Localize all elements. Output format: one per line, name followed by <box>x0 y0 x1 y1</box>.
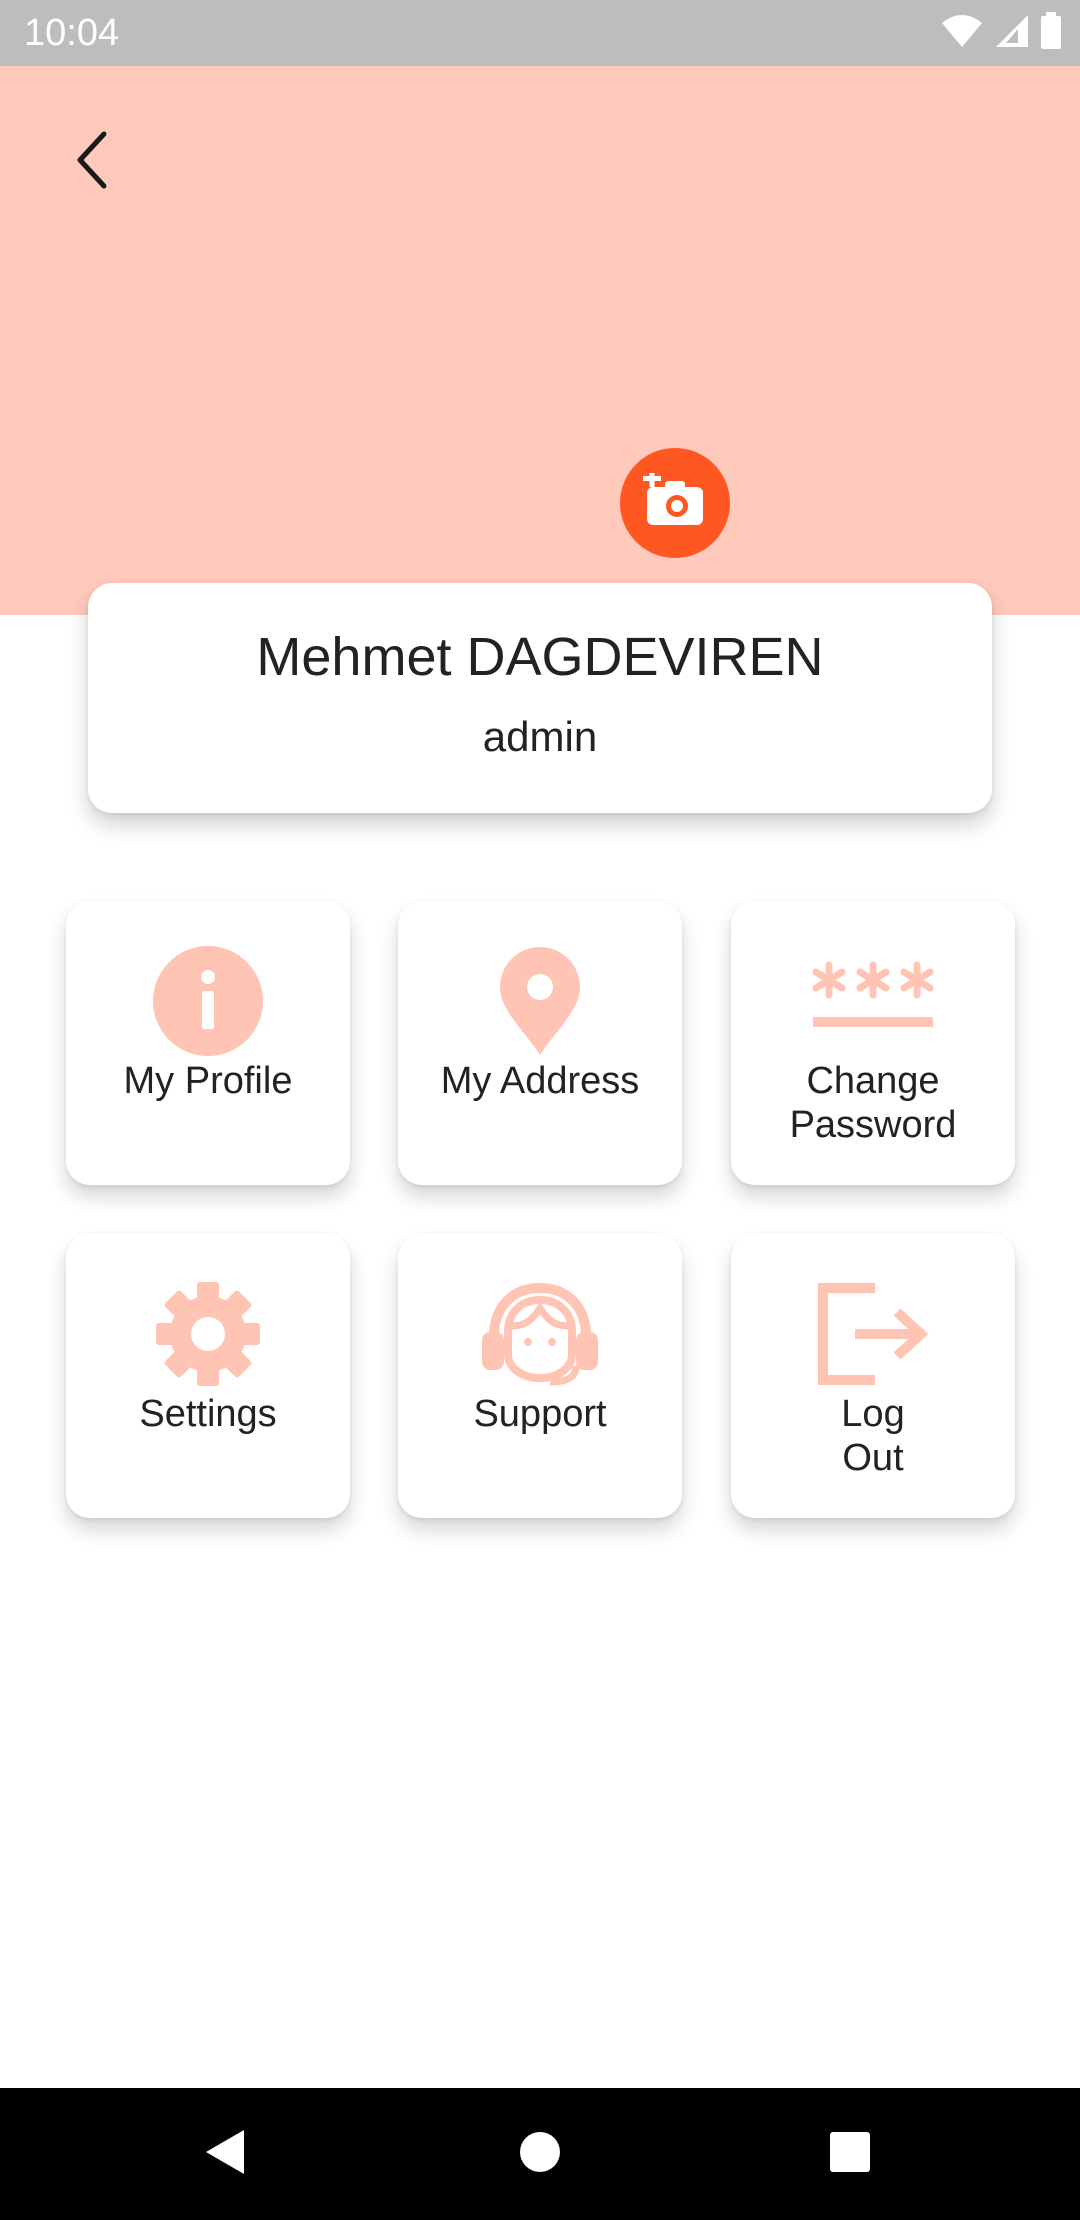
home-circle-icon <box>518 2130 562 2179</box>
profile-screen: 10:04 Mehmet DAGDEVIREN admin My Profile… <box>0 0 1080 2220</box>
tile-label: Change Password <box>789 1060 957 1146</box>
tile-label: My Address <box>440 1060 640 1102</box>
tile-label: Settings <box>139 1393 277 1435</box>
tile-label: Log Out <box>841 1393 905 1479</box>
back-triangle-icon <box>204 2128 248 2181</box>
recents-square-icon <box>828 2130 872 2179</box>
chevron-left-icon <box>72 130 112 195</box>
back-button[interactable] <box>62 122 122 202</box>
gear-icon <box>66 1274 350 1394</box>
change-password-tile[interactable]: Change Password <box>731 901 1015 1185</box>
password-icon <box>731 941 1015 1061</box>
nav-home-button[interactable] <box>510 2124 570 2184</box>
cell-signal-icon <box>994 13 1030 49</box>
battery-icon <box>1040 12 1062 50</box>
system-nav-bar <box>0 2088 1080 2220</box>
status-icons <box>940 12 1062 50</box>
nav-back-button[interactable] <box>196 2124 256 2184</box>
headset-support-icon <box>398 1274 682 1394</box>
tile-label: Support <box>473 1393 607 1435</box>
settings-tile[interactable]: Settings <box>66 1234 350 1518</box>
info-icon <box>66 941 350 1061</box>
my-profile-tile[interactable]: My Profile <box>66 901 350 1185</box>
add-photo-button[interactable] <box>620 448 730 558</box>
status-bar: 10:04 <box>0 0 1080 66</box>
log-out-tile[interactable]: Log Out <box>731 1234 1015 1518</box>
wifi-icon <box>940 13 984 49</box>
my-address-tile[interactable]: My Address <box>398 901 682 1185</box>
profile-card: Mehmet DAGDEVIREN admin <box>88 583 992 813</box>
nav-recents-button[interactable] <box>820 2124 880 2184</box>
status-time: 10:04 <box>24 12 120 54</box>
support-tile[interactable]: Support <box>398 1234 682 1518</box>
location-pin-icon <box>398 941 682 1061</box>
header-background <box>0 66 1080 615</box>
tile-label: My Profile <box>123 1060 293 1102</box>
logout-icon <box>731 1274 1015 1394</box>
profile-role: admin <box>482 713 598 760</box>
profile-name: Mehmet DAGDEVIREN <box>256 627 824 687</box>
add-photo-camera-icon <box>643 469 707 534</box>
